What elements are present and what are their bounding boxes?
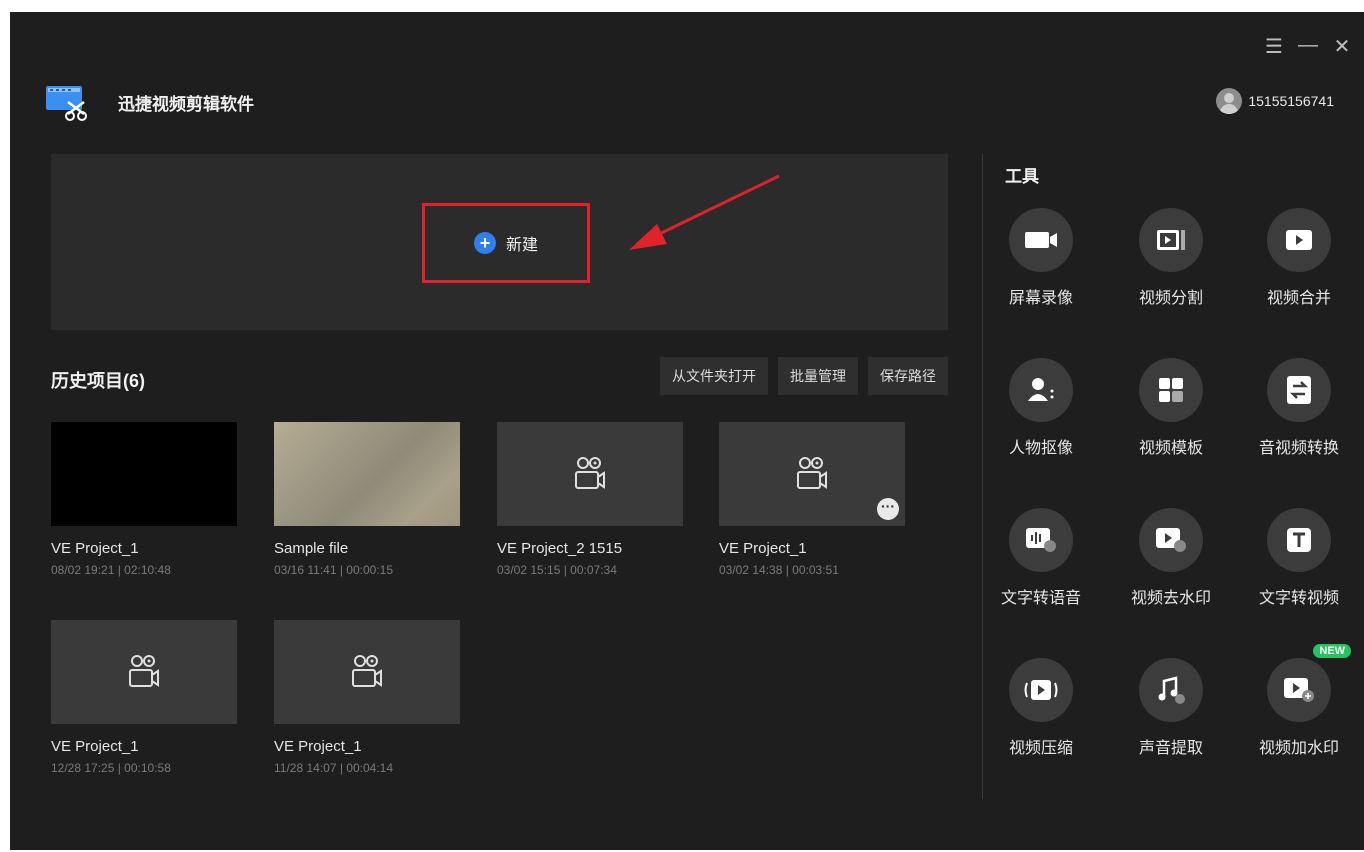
remove-watermark-icon[interactable] bbox=[1139, 508, 1203, 572]
tool-label: 文字转视频 bbox=[1258, 590, 1339, 607]
menu-icon[interactable]: ☰ bbox=[1264, 34, 1284, 59]
project-thumbnail[interactable] bbox=[497, 422, 683, 526]
tool-video-split[interactable]: 视频分割 bbox=[1108, 208, 1234, 308]
project-meta: 08/02 19:21 | 02:10:48 bbox=[51, 563, 171, 577]
project-card[interactable]: Sample file 03/16 11:41 | 00:00:15 bbox=[274, 422, 460, 577]
project-thumbnail[interactable] bbox=[51, 422, 237, 526]
tool-audio-extract[interactable]: 声音提取 bbox=[1108, 658, 1234, 758]
project-name: Sample file bbox=[274, 540, 349, 557]
history-title: 历史项目(6) bbox=[51, 371, 145, 391]
project-thumbnail[interactable] bbox=[274, 620, 460, 724]
save-path-button[interactable]: 保存路径 bbox=[868, 357, 948, 395]
project-name: VE Project_2 1515 bbox=[497, 540, 623, 557]
app-title: 迅捷视频剪辑软件 bbox=[118, 95, 254, 114]
tool-label: 视频压缩 bbox=[1008, 740, 1073, 757]
project-card[interactable]: VE Project_1 08/02 19:21 | 02:10:48 bbox=[51, 422, 237, 577]
new-badge: NEW bbox=[1313, 644, 1351, 658]
tool-label: 视频去水印 bbox=[1130, 590, 1211, 607]
video-template-icon[interactable] bbox=[1139, 358, 1203, 422]
new-project-panel[interactable]: + 新建 bbox=[51, 154, 948, 330]
tool-video-merge[interactable]: 视频合并 bbox=[1236, 208, 1362, 308]
tool-label: 视频合并 bbox=[1266, 290, 1331, 307]
screen-record-icon[interactable] bbox=[1009, 208, 1073, 272]
project-thumbnail[interactable]: ··· bbox=[719, 422, 905, 526]
project-meta: 03/02 14:38 | 00:03:51 bbox=[719, 563, 839, 577]
project-meta: 12/28 17:25 | 00:10:58 bbox=[51, 761, 171, 775]
project-meta: 03/02 15:15 | 00:07:34 bbox=[497, 563, 617, 577]
app-logo-icon bbox=[46, 86, 87, 121]
tool-label: 人物抠像 bbox=[1008, 440, 1073, 457]
tool-label: 视频模板 bbox=[1138, 440, 1203, 457]
project-name: VE Project_1 bbox=[51, 738, 139, 755]
account-label[interactable]: 15155156741 bbox=[1248, 93, 1334, 109]
new-project-button[interactable]: + 新建 bbox=[422, 203, 590, 283]
open-from-folder-button[interactable]: 从文件夹打开 bbox=[660, 357, 768, 395]
video-split-icon[interactable] bbox=[1139, 208, 1203, 272]
tool-label: 视频分割 bbox=[1138, 290, 1203, 307]
tool-person-cutout[interactable]: 人物抠像 bbox=[978, 358, 1104, 458]
tool-label: 音视频转换 bbox=[1258, 440, 1339, 457]
tool-text-to-speech[interactable]: 文字转语音 bbox=[978, 508, 1104, 608]
tool-video-template[interactable]: 视频模板 bbox=[1108, 358, 1234, 458]
tools-title: 工具 bbox=[1005, 167, 1039, 186]
video-camera-icon bbox=[352, 655, 382, 687]
project-thumbnail[interactable] bbox=[51, 620, 237, 724]
audio-extract-icon[interactable] bbox=[1139, 658, 1203, 722]
video-compress-icon[interactable] bbox=[1009, 658, 1073, 722]
project-card[interactable]: ··· VE Project_1 03/02 14:38 | 00:03:51 bbox=[719, 422, 905, 577]
tool-label: 文字转语音 bbox=[1000, 590, 1081, 607]
app-window: ☰ — ✕ 迅捷视频剪辑软件 15155156741 + 新建 历史项目(6) … bbox=[10, 12, 1364, 850]
av-convert-icon[interactable] bbox=[1267, 358, 1331, 422]
project-thumbnail[interactable] bbox=[274, 422, 460, 526]
project-name: VE Project_1 bbox=[719, 540, 807, 557]
tool-label: 声音提取 bbox=[1138, 740, 1203, 757]
project-name: VE Project_1 bbox=[274, 738, 362, 755]
tool-label: 视频加水印 bbox=[1258, 740, 1339, 757]
more-options-icon[interactable]: ··· bbox=[877, 498, 899, 520]
plus-icon: + bbox=[473, 232, 496, 254]
project-card[interactable]: VE Project_2 1515 03/02 15:15 | 00:07:34 bbox=[497, 422, 683, 577]
window-controls: ☰ — ✕ bbox=[1264, 34, 1352, 59]
project-meta: 03/16 11:41 | 00:00:15 bbox=[274, 563, 393, 577]
minimize-icon[interactable]: — bbox=[1298, 34, 1318, 59]
history-actions: 从文件夹打开 批量管理 保存路径 bbox=[660, 357, 948, 395]
text-to-video-icon[interactable] bbox=[1267, 508, 1331, 572]
project-name: VE Project_1 bbox=[51, 540, 139, 557]
project-card[interactable]: VE Project_1 11/28 14:07 | 00:04:14 bbox=[274, 620, 460, 775]
tool-text-to-video[interactable]: 文字转视频 bbox=[1236, 508, 1362, 608]
project-card[interactable]: VE Project_1 12/28 17:25 | 00:10:58 bbox=[51, 620, 237, 775]
add-watermark-icon[interactable]: NEW bbox=[1267, 644, 1351, 722]
tool-label: 屏幕录像 bbox=[1008, 290, 1073, 307]
red-arrow-annotation bbox=[629, 174, 780, 250]
tool-av-convert[interactable]: 音视频转换 bbox=[1236, 358, 1362, 458]
tool-add-watermark[interactable]: NEW 视频加水印 bbox=[1236, 644, 1362, 758]
close-icon[interactable]: ✕ bbox=[1332, 34, 1352, 59]
tool-video-compress[interactable]: 视频压缩 bbox=[978, 658, 1104, 758]
tool-remove-watermark[interactable]: 视频去水印 bbox=[1108, 508, 1234, 608]
avatar-icon[interactable] bbox=[1216, 88, 1243, 114]
text-to-speech-icon[interactable] bbox=[1009, 508, 1073, 572]
video-merge-icon[interactable] bbox=[1267, 208, 1331, 272]
video-camera-icon bbox=[129, 655, 159, 687]
video-camera-icon bbox=[797, 457, 827, 489]
video-camera-icon bbox=[575, 457, 605, 489]
new-project-label: 新建 bbox=[505, 237, 538, 254]
tool-screen-record[interactable]: 屏幕录像 bbox=[978, 208, 1104, 308]
person-cutout-icon[interactable] bbox=[1009, 358, 1073, 422]
batch-manage-button[interactable]: 批量管理 bbox=[778, 357, 858, 395]
user-account[interactable]: 15155156741 bbox=[1216, 88, 1334, 114]
project-meta: 11/28 14:07 | 00:04:14 bbox=[274, 761, 393, 775]
